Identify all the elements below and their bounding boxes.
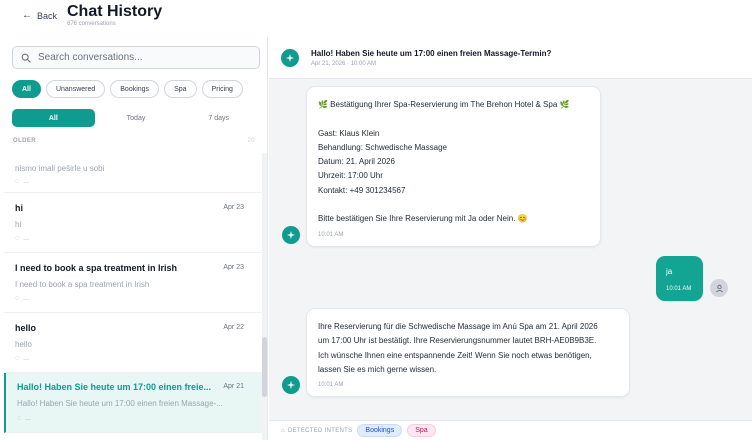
top-bar: ← Back Chat History 676 conversations: [0, 0, 752, 37]
conversation-item[interactable]: nismo imali peširle u sobi ◌ ...: [4, 153, 262, 193]
back-label: Back: [37, 10, 58, 21]
bot-message: 🌿 Bestätigung Ihrer Spa-Reservierung im …: [306, 86, 601, 247]
chat-header: Hallo! Haben Sie heute um 17:00 einen fr…: [269, 37, 752, 79]
message-line: [318, 198, 589, 212]
search-box[interactable]: [12, 46, 260, 69]
tag-icon: ⌂: [281, 427, 285, 434]
message-icon: ◌: [15, 178, 20, 185]
conversation-date: Apr 23: [223, 264, 244, 271]
message-icon: ◌: [15, 235, 20, 242]
conversation-preview: Hallo! Haben Sie heute um 17:00 einen fr…: [17, 399, 223, 408]
conversation-sidebar: All Unanswered Bookings Spa Pricing All …: [0, 37, 268, 440]
message-line: Behandlung: Schwedische Massage: [318, 142, 447, 152]
intents-label: ⌂ DETECTED INTENTS: [281, 427, 353, 434]
conversation-preview: hello: [15, 340, 32, 349]
conversation-meta: ◌ ...: [15, 295, 30, 302]
message-line: Gast: Klaus Klein: [318, 128, 380, 138]
message-line: ja: [666, 267, 673, 276]
conversation-name: hello: [15, 323, 37, 333]
conversation-name: I need to book a spa treatment in Irish: [15, 263, 178, 273]
time-filter-all[interactable]: All: [12, 109, 95, 127]
conversation-date: Apr 23: [223, 204, 244, 211]
conversation-name: Hallo! Haben Sie heute um 17:00 einen fr…: [17, 382, 212, 392]
conversation-item-selected[interactable]: Hallo! Haben Sie heute um 17:00 einen fr…: [4, 373, 262, 433]
message-line: lassen Sie es mich gerne wissen.: [318, 364, 437, 374]
conversation-item[interactable]: I need to book a spa treatment in Irish …: [4, 254, 262, 313]
filter-all[interactable]: All: [12, 80, 41, 98]
intent-tag-spa[interactable]: Spa: [407, 424, 436, 437]
filter-unanswered[interactable]: Unanswered: [45, 80, 106, 98]
conversation-meta: ◌ ...: [15, 178, 30, 185]
back-button[interactable]: ← Back: [22, 10, 57, 21]
message-line: Ich wünsche Ihnen eine entspannende Zeit…: [318, 350, 592, 360]
message-line: Ihre Reservierung für die Schwedische Ma…: [318, 322, 598, 331]
conversation-count: 676 conversations: [67, 21, 116, 27]
message-line: um 17:00 Uhr ist bestätigt. Ihre Reservi…: [318, 336, 597, 346]
group-header: OLDER 20: [13, 138, 255, 144]
time-filter: All Today 7 days: [12, 109, 260, 127]
chat-panel: Hallo! Haben Sie heute um 17:00 einen fr…: [269, 37, 752, 440]
filter-bookings[interactable]: Bookings: [110, 80, 160, 98]
message-line: Bitte bestätigen Sie Ihre Reservierung m…: [318, 214, 528, 224]
message-line: 🌿 Bestätigung Ihrer Spa-Reservierung im …: [318, 100, 570, 109]
user-avatar: [710, 279, 728, 297]
message-icon: ◌: [15, 355, 20, 362]
group-count: 20: [247, 138, 255, 144]
bot-avatar: [281, 49, 299, 67]
user-message: ja 10:01 AM: [656, 256, 703, 302]
message-time: 10:01 AM: [318, 231, 344, 238]
message-line: Uhrzeit: 17:00 Uhr: [318, 171, 383, 181]
filter-pricing[interactable]: Pricing: [201, 80, 243, 98]
scrollbar-thumb[interactable]: [262, 337, 267, 397]
bot-message: Ihre Reservierung für die Schwedische Ma…: [306, 308, 630, 398]
search-icon: [21, 53, 31, 63]
conversation-meta: ◌ ...: [15, 355, 30, 362]
conversation-preview: I need to book a spa treatment in Irish: [15, 280, 150, 289]
sparkle-icon: [286, 230, 296, 240]
chat-timestamp: Apr 21, 2026 · 10:00 AM: [311, 61, 377, 67]
page-title: Chat History: [67, 3, 163, 20]
conversation-preview: nismo imali peširle u sobi: [15, 164, 105, 173]
message-time: 10:01 AM: [318, 382, 344, 389]
conversation-item[interactable]: hello Apr 22 hello ◌ ...: [4, 314, 262, 373]
conversation-item[interactable]: hi Apr 23 hi ◌ ...: [4, 194, 262, 253]
message-icon: ◌: [17, 415, 22, 422]
detected-intents-bar: ⌂ DETECTED INTENTS Bookings Spa: [269, 420, 752, 440]
chat-title: Hallo! Haben Sie heute um 17:00 einen fr…: [311, 49, 552, 58]
conversation-date: Apr 21: [223, 383, 244, 390]
message-time: 10:01 AM: [666, 286, 692, 293]
user-icon: [715, 284, 723, 292]
conversation-preview: hi: [15, 220, 22, 229]
time-filter-7-days[interactable]: 7 days: [177, 109, 260, 127]
bot-avatar: [282, 376, 300, 394]
conversation-meta: ◌ ...: [15, 235, 30, 242]
conversation-meta: ◌ ...: [17, 415, 32, 422]
message-line: Kontakt: +49 301234567: [318, 185, 406, 195]
message-line: Datum: 21. April 2026: [318, 157, 395, 167]
bot-avatar: [282, 226, 300, 244]
sparkle-icon: [285, 53, 295, 63]
time-filter-today[interactable]: Today: [95, 109, 178, 127]
arrow-left-icon: ←: [22, 10, 32, 21]
conversation-name: hi: [15, 203, 23, 213]
filter-spa[interactable]: Spa: [164, 80, 197, 98]
message-icon: ◌: [15, 295, 20, 302]
conversation-date: Apr 22: [223, 324, 244, 331]
message-line: [318, 112, 589, 126]
intent-tag-bookings[interactable]: Bookings: [357, 424, 403, 437]
sparkle-icon: [286, 380, 296, 390]
search-input[interactable]: [38, 52, 248, 63]
group-label: OLDER: [13, 138, 36, 144]
intent-filters: All Unanswered Bookings Spa Pricing: [12, 80, 243, 98]
